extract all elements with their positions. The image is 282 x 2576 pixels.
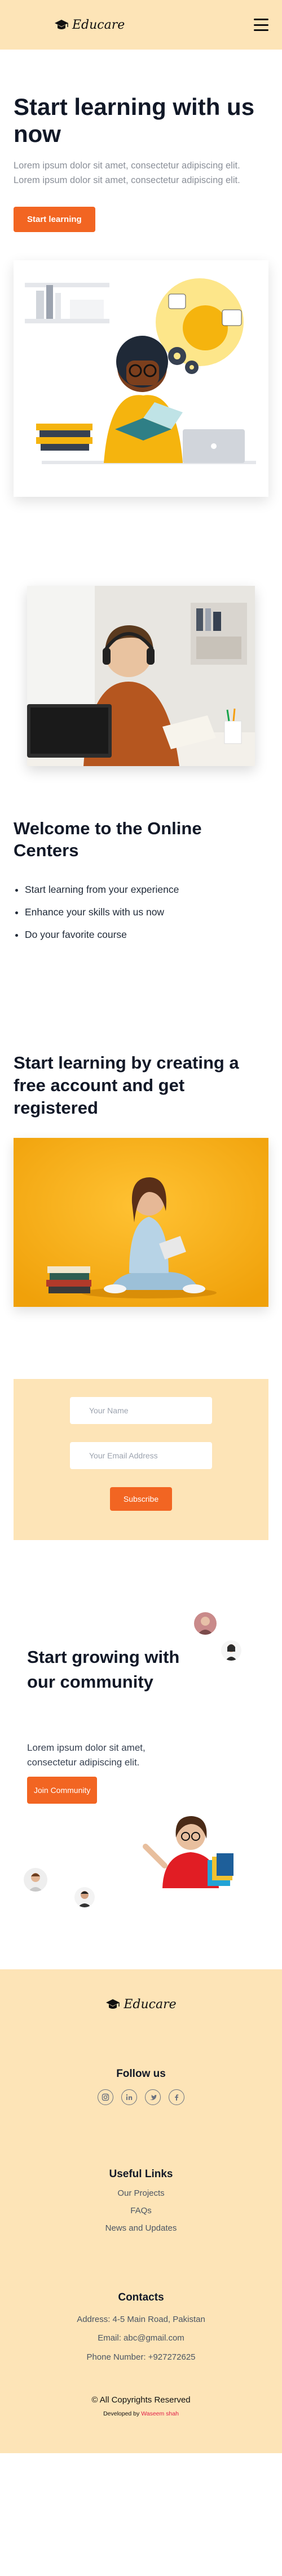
- hamburger-menu-icon[interactable]: [254, 19, 268, 31]
- useful-links-block: Useful Links Our Projects FAQs News and …: [0, 2168, 282, 2233]
- avatar: [74, 1887, 95, 1907]
- join-community-button[interactable]: Join Community: [27, 1776, 98, 1804]
- social-links: [0, 2089, 282, 2105]
- contacts-title: Contacts: [118, 2291, 164, 2303]
- start-learning-button[interactable]: Start learning: [14, 207, 95, 233]
- avatar: [194, 1612, 217, 1635]
- student-sitting-photo: [14, 1137, 268, 1307]
- welcome-title: Welcome to the Online Centers: [14, 818, 202, 861]
- avatar: [221, 1640, 241, 1661]
- community-text: Lorem ipsum dolor sit amet, consectetur …: [27, 1742, 146, 1768]
- footer-link-news-and-updates[interactable]: News and Updates: [0, 2223, 282, 2233]
- follow-title: Follow us: [116, 2067, 166, 2080]
- subscribe-button[interactable]: Subscribe: [109, 1487, 173, 1511]
- name-field[interactable]: [70, 1396, 212, 1424]
- contact-phone: Phone Number: +927272625: [86, 2352, 196, 2362]
- footer-link-our-projects[interactable]: Our Projects: [0, 2188, 282, 2198]
- follow-us-block: Follow us: [0, 2068, 282, 2105]
- copyright-text: © All Copyrights Reserved: [91, 2395, 191, 2405]
- hero-section: Start learning with us now Lorem ipsum d…: [0, 50, 282, 233]
- linkedin-icon[interactable]: [121, 2089, 137, 2105]
- brand-name: Educare: [72, 17, 125, 32]
- developer-credit: Developed by Waseem shah: [0, 2410, 282, 2417]
- facebook-icon[interactable]: [169, 2089, 184, 2105]
- welcome-section: Welcome to the Online Centers Start lear…: [0, 766, 282, 942]
- useful-links-title: Useful Links: [109, 2168, 173, 2180]
- contact-address: Address: 4-5 Main Road, Pakistan: [77, 2314, 205, 2324]
- instagram-icon[interactable]: [98, 2089, 113, 2105]
- brand-name: Educare: [124, 1997, 177, 2012]
- list-item: Enhance your skills with us now: [25, 905, 268, 919]
- brand-logo[interactable]: Educare: [54, 18, 125, 32]
- developer-name: Waseem shah: [141, 2410, 179, 2418]
- register-section: Start learning by creating a free accoun…: [0, 950, 282, 1307]
- register-title: Start learning by creating a free accoun…: [14, 1052, 239, 1118]
- hero-title: Start learning with us now: [14, 94, 255, 148]
- student-reading-illustration: [14, 260, 268, 497]
- hero-illustration: [14, 260, 268, 497]
- footer-link-faqs[interactable]: FAQs: [0, 2206, 282, 2215]
- developed-by-label: Developed by: [103, 2410, 140, 2418]
- contacts-block: Contacts Address: 4-5 Main Road, Pakista…: [0, 2292, 282, 2363]
- contact-email: Email: abc@gmail.com: [98, 2333, 184, 2343]
- email-field[interactable]: [70, 1442, 212, 1469]
- graduation-cap-icon: [55, 20, 68, 29]
- hero-text: Lorem ipsum dolor sit amet, consectetur …: [14, 160, 240, 185]
- student-headphones-photo: [27, 586, 255, 767]
- student-sitting-image: [14, 1137, 268, 1307]
- welcome-list: Start learning from your experience Enha…: [14, 882, 268, 942]
- footer-brand-logo[interactable]: Educare: [0, 1997, 282, 2012]
- student-red-shirt-photo: [129, 1798, 245, 1888]
- student-with-headphones-image: [27, 586, 255, 767]
- list-item: Start learning from your experience: [25, 882, 268, 897]
- twitter-icon[interactable]: [145, 2089, 161, 2105]
- student-red-shirt-image: [129, 1798, 245, 1888]
- graduation-cap-icon: [106, 1999, 120, 2009]
- community-title: Start growing with our community: [27, 1647, 180, 1692]
- subscribe-form: Subscribe: [14, 1378, 268, 1540]
- site-footer: Educare Follow us Useful Links Our Proje…: [0, 1969, 282, 2454]
- avatar: [24, 1867, 47, 1892]
- list-item: Do your favorite course: [25, 927, 268, 942]
- site-header: Educare: [0, 0, 282, 50]
- community-section: Start growing with our community Lorem i…: [0, 1540, 282, 1907]
